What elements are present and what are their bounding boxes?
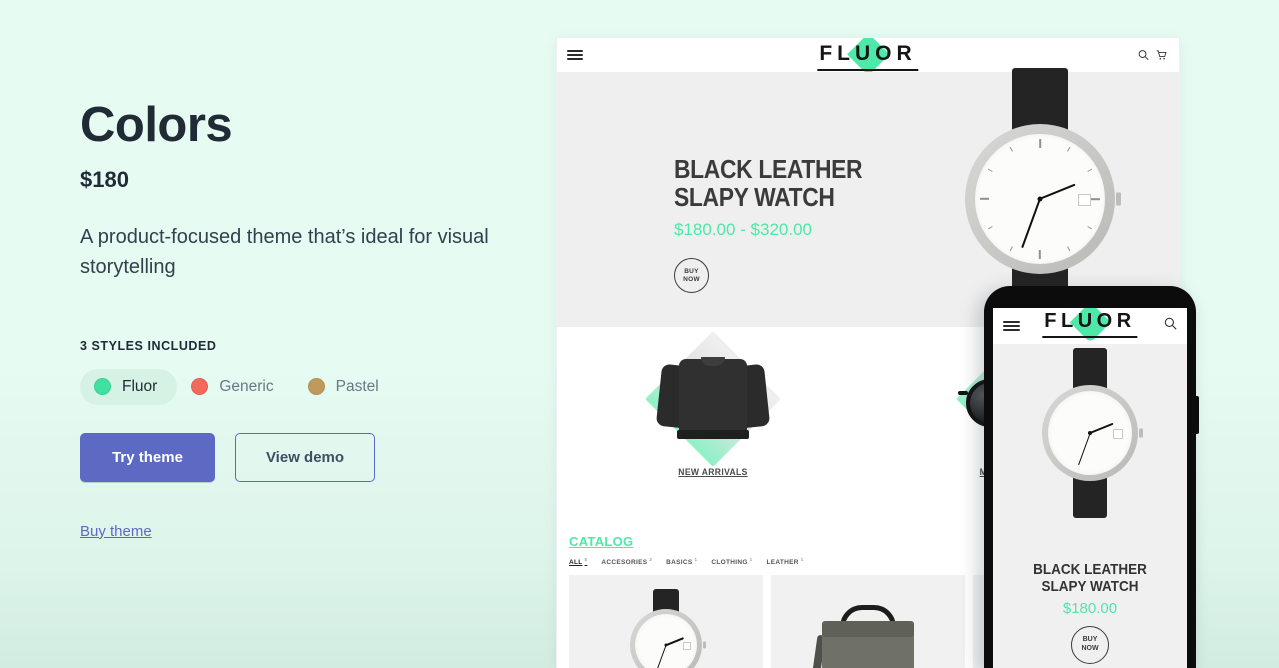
search-icon[interactable] — [1164, 317, 1177, 330]
style-option-generic[interactable]: Generic — [177, 369, 293, 405]
category-new-arrivals[interactable]: NEW ARRIVALS — [613, 331, 813, 478]
logo-underline — [817, 69, 919, 71]
view-demo-button[interactable]: View demo — [235, 432, 375, 482]
filter-all[interactable]: ALL 5 — [569, 557, 587, 566]
buy-theme-link[interactable]: Buy theme — [80, 523, 152, 540]
sweatshirt-icon — [655, 353, 770, 441]
filter-accesories[interactable]: ACCESORIES 2 — [601, 557, 652, 566]
filter-label: ACCESORIES — [601, 559, 648, 567]
buy-now-line1: BUY — [684, 268, 699, 275]
filter-count: 5 — [584, 557, 588, 562]
buy-now-line1: BUY — [1082, 636, 1098, 644]
cart-icon[interactable] — [1156, 50, 1167, 61]
style-label-fluor: Fluor — [122, 377, 158, 395]
search-icon[interactable] — [1138, 50, 1149, 61]
style-option-pastel[interactable]: Pastel — [294, 369, 399, 405]
style-swatch-pastel — [307, 378, 325, 396]
mobile-product-title-line1: BLACK LEATHER — [1033, 561, 1147, 578]
style-label-pastel: Pastel — [335, 377, 379, 395]
hero-copy: BLACK LEATHER SLAPY WATCH $180.00 - $320… — [674, 154, 888, 294]
filter-leather[interactable]: LEATHER 1 — [766, 557, 803, 566]
theme-description: A product-focused theme that’s ideal for… — [80, 226, 489, 279]
hero-title-line1: BLACK LEATHER — [674, 154, 863, 184]
filter-label: CLOTHING — [711, 559, 748, 567]
category-label-new-arrivals: NEW ARRIVALS — [677, 467, 748, 478]
filter-clothing[interactable]: CLOTHING 1 — [711, 557, 752, 566]
header-icons — [1138, 50, 1167, 61]
bag-image — [810, 605, 920, 668]
theme-price: $180 — [80, 167, 129, 193]
product-tile-bag[interactable] — [771, 575, 965, 668]
hero-title-line2: SLAPY WATCH — [674, 182, 835, 213]
try-theme-button[interactable]: Try theme — [80, 432, 215, 482]
style-option-fluor[interactable]: Fluor — [80, 368, 178, 405]
filter-count: 1 — [749, 557, 753, 562]
style-swatch-generic — [191, 378, 209, 396]
store-logo-text: FLUOR — [819, 42, 917, 65]
phone-screen: FLUOR BLACK LEATHER SLAPY WATCH $180.00 … — [993, 308, 1187, 668]
theme-detail-page: Colors $180 A product-focused theme that… — [0, 0, 1279, 668]
logo-underline — [1042, 336, 1138, 338]
filter-count: 1 — [800, 557, 804, 562]
style-selector: Fluor Generic Pastel — [80, 368, 540, 405]
mobile-preview-mockup: FLUOR BLACK LEATHER SLAPY WATCH $180.00 … — [984, 286, 1199, 668]
filter-label: BASICS — [666, 559, 693, 567]
menu-icon[interactable] — [567, 50, 583, 60]
buy-now-line2: NOW — [683, 275, 700, 283]
mobile-storefront-header: FLUOR — [993, 308, 1187, 344]
page-title: Colors — [80, 98, 233, 152]
mobile-buy-now-button[interactable]: BUY NOW — [1071, 625, 1109, 664]
product-tile-watch[interactable] — [569, 575, 763, 668]
hero-price: $180.00 - $320.00 — [674, 220, 813, 240]
filter-basics[interactable]: BASICS 1 — [666, 557, 697, 566]
buy-now-line2: NOW — [1081, 644, 1099, 652]
filter-label: LEATHER — [766, 559, 799, 567]
menu-icon[interactable] — [1003, 321, 1020, 331]
store-logo: FLUOR — [817, 38, 919, 76]
filter-label: ALL — [569, 559, 583, 567]
mobile-store-logo: FLUOR — [1042, 308, 1138, 343]
theme-info-panel: Colors $180 A product-focused theme that… — [80, 98, 540, 541]
style-swatch-fluor — [94, 378, 111, 396]
mobile-product-price: $180.00 — [1062, 599, 1118, 617]
action-buttons: Try theme View demo — [80, 432, 540, 482]
style-label-generic: Generic — [219, 377, 274, 395]
styles-included-label: 3 STYLES INCLUDED — [80, 338, 217, 353]
storefront-header: FLUOR — [557, 38, 1179, 76]
mobile-watch-image — [1024, 348, 1156, 518]
mobile-product-title-line2: SLAPY WATCH — [1041, 577, 1139, 595]
filter-count: 2 — [649, 557, 653, 562]
watch-image — [618, 589, 714, 668]
hero-buy-now-button[interactable]: BUY NOW — [674, 258, 709, 294]
filter-count: 1 — [694, 557, 698, 562]
mobile-store-logo-text: FLUOR — [1044, 310, 1136, 332]
